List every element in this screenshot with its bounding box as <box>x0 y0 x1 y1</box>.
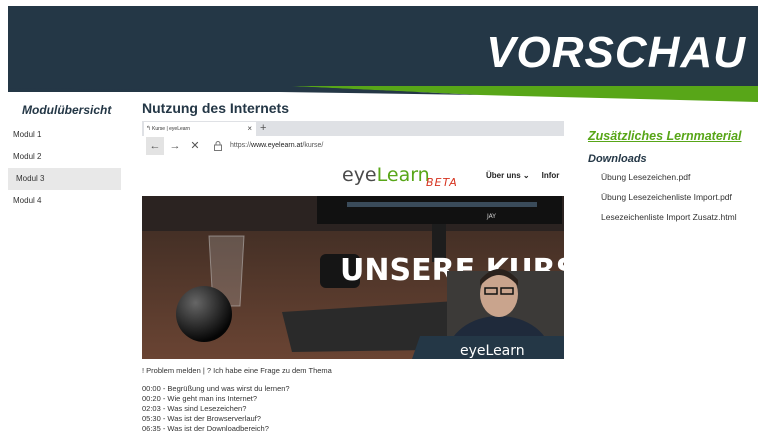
module-overview-title: Modulübersicht <box>22 103 112 117</box>
browser-tab-bar: ↰ Kurse | eyeLearn × + <box>142 121 564 136</box>
module-item-2[interactable]: Modul 2 <box>8 146 121 168</box>
chapter-item[interactable]: 00:00 - Begrüßung und was wirst du lerne… <box>142 384 290 394</box>
site-nav: Über uns ⌄ Infor <box>486 171 564 180</box>
back-arrow-icon[interactable]: ← <box>146 137 164 155</box>
downloads-title: Downloads <box>588 153 647 165</box>
browser-address-bar: ← → ✕ https://www.eyelearn.at/kurse/ <box>142 136 564 156</box>
eyelearn-logo: eyeLearn BETA <box>342 164 458 189</box>
report-problem-line[interactable]: ! Problem melden | ? Ich habe eine Frage… <box>142 366 332 375</box>
chapter-item[interactable]: 00:20 - Wie geht man ins Internet? <box>142 394 290 404</box>
chapter-list: 00:00 - Begrüßung und was wirst du lerne… <box>142 384 290 434</box>
monitor-label: JAY <box>486 213 496 220</box>
forward-arrow-icon[interactable]: → <box>166 137 184 155</box>
module-list: Modul 1 Modul 2 Modul 3 Modul 4 <box>8 124 121 212</box>
video-frame: JAY UNSERE KURS eyeLearn <box>142 196 564 359</box>
lesson-title: Nutzung des Internets <box>142 100 290 116</box>
green-accent-stripe <box>8 86 758 102</box>
stop-icon[interactable]: ✕ <box>186 137 204 155</box>
lesson-video[interactable]: ↰ Kurse | eyeLearn × + ← → ✕ https://www… <box>142 121 564 359</box>
download-link[interactable]: Lesezeichenliste Import Zusatz.html <box>601 211 737 231</box>
extra-material-title: Zusätzliches Lernmaterial <box>588 129 742 143</box>
tab-close-icon[interactable]: × <box>247 122 252 136</box>
module-item-1[interactable]: Modul 1 <box>8 124 121 146</box>
tab-title: Kurse | eyeLearn <box>152 126 190 132</box>
video-watermark: eyeLearn <box>460 343 525 359</box>
banner-title: VORSCHAU <box>486 28 746 77</box>
lock-icon <box>214 141 222 151</box>
download-link[interactable]: Übung Lesezeichenliste Import.pdf <box>601 191 737 211</box>
site-nav-item-info[interactable]: Infor <box>542 171 560 180</box>
download-link[interactable]: Übung Lesezeichen.pdf <box>601 171 737 191</box>
chapter-item[interactable]: 06:35 - Was ist der Downloadbereich? <box>142 424 290 434</box>
module-item-3[interactable]: Modul 3 <box>8 168 121 190</box>
beta-badge: BETA <box>426 176 458 189</box>
new-tab-icon[interactable]: + <box>260 121 266 135</box>
chapter-item[interactable]: 02:03 - Was sind Lesezeichen? <box>142 404 290 414</box>
browser-tab[interactable]: ↰ Kurse | eyeLearn × <box>144 122 256 136</box>
chapter-item[interactable]: 05:30 - Was ist der Browserverlauf? <box>142 414 290 424</box>
tab-favicon-icon: ↰ <box>146 126 152 132</box>
url-field[interactable]: https://www.eyelearn.at/kurse/ <box>230 136 323 156</box>
module-item-4[interactable]: Modul 4 <box>8 190 121 212</box>
download-list: Übung Lesezeichen.pdf Übung Lesezeichenl… <box>601 171 737 231</box>
site-nav-item-about[interactable]: Über uns ⌄ <box>486 171 530 180</box>
preview-banner: VORSCHAU <box>8 6 758 92</box>
site-header: eyeLearn BETA Über uns ⌄ Infor <box>142 156 564 196</box>
